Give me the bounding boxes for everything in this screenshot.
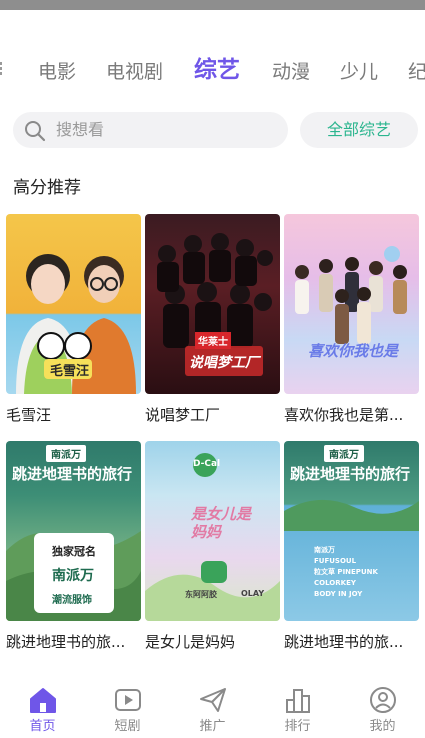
poster-badge-sub: 潮流服饰	[52, 595, 92, 606]
search-icon	[25, 121, 46, 142]
poster-badge: 独家冠名	[52, 545, 96, 558]
profile-icon	[369, 687, 396, 713]
all-variety-button[interactable]: 全部综艺	[300, 112, 418, 148]
play-icon	[114, 689, 141, 711]
tab-movie[interactable]: 电影	[38, 58, 76, 86]
show-title: 是女儿是妈妈	[145, 633, 236, 651]
nav-profile[interactable]: 我的	[340, 686, 425, 736]
show-poster[interactable]: 南派万 跳进地理书的旅行 南派万 FUFUSOUL 粒文草 PINEPUNK C…	[284, 441, 419, 621]
nav-ranking-label: 排行	[284, 719, 311, 734]
poster-title: 说唱梦工厂	[189, 355, 259, 371]
tab-anime[interactable]: 动漫	[272, 58, 310, 86]
show-poster[interactable]: D-Cal 是女儿是妈妈 东阿阿胶 OLAY	[145, 441, 280, 621]
poster-brand: 南派万	[324, 445, 364, 462]
show-poster[interactable]: 喜欢你我也是	[284, 214, 419, 394]
show-title: 跳进地理书的旅...	[284, 633, 404, 651]
poster-title: 跳进地理书的旅行	[290, 465, 411, 483]
poster-sponsor-2: OLAY	[241, 589, 265, 598]
poster-sponsor-item: COLORKEY	[314, 579, 356, 587]
poster-brand: D-Cal	[193, 459, 221, 469]
show-title: 跳进地理书的旅...	[6, 633, 126, 651]
search-input[interactable]: 搜想看	[13, 112, 288, 148]
poster-sponsor-item: BODY IN JOY	[314, 590, 363, 598]
status-bar	[0, 0, 425, 10]
nav-ranking[interactable]: 排行	[255, 686, 340, 736]
poster-brand: 南派万	[46, 445, 86, 462]
poster-title: 跳进地理书的旅行	[12, 465, 133, 483]
nav-promote-label: 推广	[199, 719, 226, 734]
poster-badge-brand: 南派万	[52, 568, 94, 584]
poster-sponsor-list: 南派万 FUFUSOUL 粒文草 PINEPUNK COLORKEY BODY …	[314, 545, 378, 600]
category-tabs: 电影 电视剧 综艺 动漫 少儿 纪	[0, 44, 425, 100]
section-title: 高分推荐	[13, 178, 81, 198]
tab-documentary[interactable]: 纪	[408, 58, 425, 86]
poster-sponsor: 东阿阿胶	[185, 590, 217, 599]
tab-scroll-fragment	[0, 60, 3, 80]
tab-kids[interactable]: 少儿	[340, 58, 378, 86]
search-placeholder: 搜想看	[56, 120, 105, 139]
show-title: 喜欢你我也是第...	[284, 406, 404, 424]
show-poster[interactable]: 南派万 跳进地理书的旅行 独家冠名 南派万 潮流服饰	[6, 441, 141, 621]
show-title: 毛雪汪	[6, 406, 52, 424]
poster-sponsor-item: FUFUSOUL	[314, 557, 357, 565]
send-icon	[199, 688, 226, 712]
poster-title: 毛雪汪	[50, 364, 90, 379]
nav-short-drama-label: 短剧	[114, 719, 141, 734]
nav-home-label: 首页	[29, 719, 56, 734]
show-poster[interactable]: 毛雪汪	[6, 214, 141, 394]
poster-sponsor-item: 粒文草 PINEPUNK	[314, 568, 378, 576]
show-title: 说唱梦工厂	[145, 406, 221, 424]
nav-short-drama[interactable]: 短剧	[85, 686, 170, 736]
tab-variety[interactable]: 综艺	[194, 56, 240, 84]
poster-title: 是女儿是妈妈	[191, 505, 252, 541]
nav-promote[interactable]: 推广	[170, 686, 255, 736]
home-icon	[29, 688, 56, 713]
bottom-nav: 首页 短剧 推广 排行 我的	[0, 680, 425, 738]
show-poster[interactable]: 华莱士 说唱梦工厂	[145, 214, 280, 394]
nav-profile-label: 我的	[369, 719, 396, 734]
rank-icon	[285, 689, 310, 713]
poster-title: 喜欢你我也是	[308, 342, 399, 360]
poster-brand: 华莱士	[195, 332, 231, 349]
tab-tv-series[interactable]: 电视剧	[106, 58, 163, 86]
nav-home[interactable]: 首页	[0, 686, 85, 736]
poster-sponsor-item: 南派万	[314, 546, 335, 554]
